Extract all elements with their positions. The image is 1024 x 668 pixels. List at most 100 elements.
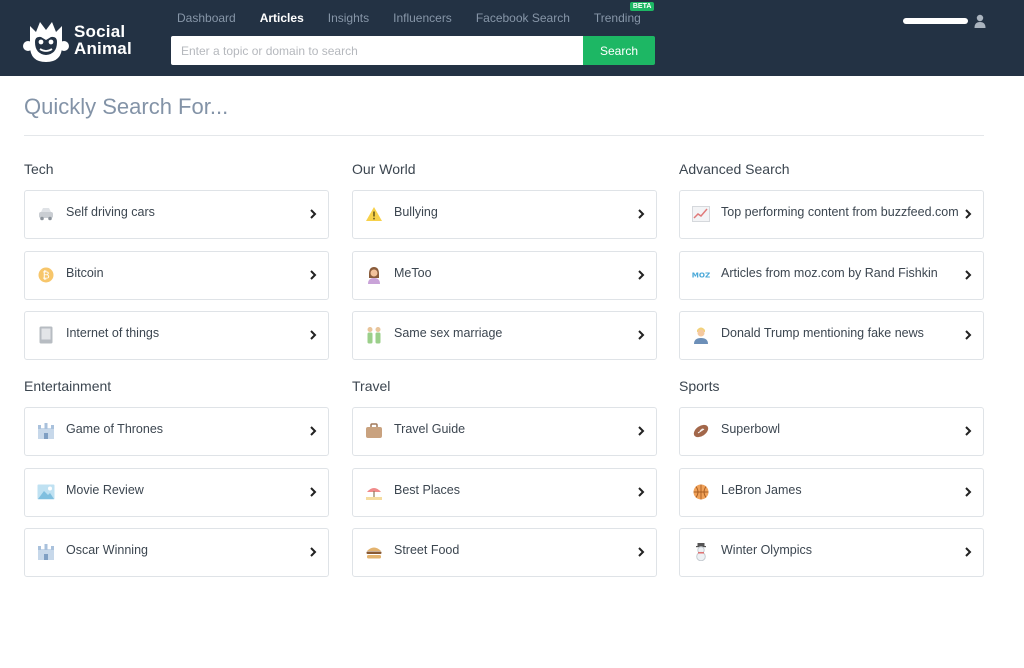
card-label: Movie Review [66, 483, 144, 497]
quick-search-superbowl[interactable]: Superbowl [679, 407, 984, 456]
quick-search-metoo[interactable]: MeToo [352, 251, 657, 300]
nav-influencers[interactable]: Influencers [393, 11, 452, 25]
chevron-right-icon [638, 209, 645, 219]
chevron-right-icon [638, 487, 645, 497]
quick-search-best-places[interactable]: Best Places [352, 468, 657, 517]
chevron-right-icon [310, 330, 317, 340]
woman-icon [365, 266, 383, 284]
card-label: Top performing content from buzzfeed.com [721, 205, 959, 219]
monkey-logo-icon [23, 22, 69, 62]
chevron-right-icon [965, 330, 972, 340]
quick-search-winter-olympics[interactable]: Winter Olympics [679, 528, 984, 577]
card-label: Best Places [394, 483, 461, 497]
chevron-right-icon [965, 487, 972, 497]
section-title-travel: Travel [352, 378, 391, 394]
user-menu[interactable] [903, 13, 986, 29]
social-animal-logo[interactable]: Social Animal [22, 14, 152, 66]
card-label: LeBron James [721, 483, 802, 497]
section-title-tech: Tech [24, 161, 54, 177]
chevron-right-icon [638, 330, 645, 340]
quick-search-buzzfeed-top-content[interactable]: Top performing content from buzzfeed.com [679, 190, 984, 239]
card-label: Oscar Winning [66, 543, 148, 557]
basketball-icon [692, 483, 710, 501]
nav-trending-label: Trending [593, 11, 641, 25]
device-icon [37, 326, 55, 344]
chevron-right-icon [310, 487, 317, 497]
page-title: Quickly Search For... [24, 94, 229, 119]
user-icon [974, 14, 986, 28]
quick-search-oscar-winning[interactable]: Oscar Winning [24, 528, 329, 577]
card-label: Bitcoin [66, 266, 104, 280]
chevron-right-icon [310, 547, 317, 557]
chevron-right-icon [310, 426, 317, 436]
quick-search-self-driving-cars[interactable]: Self driving cars [24, 190, 329, 239]
search-button[interactable]: Search [583, 36, 655, 65]
person-icon [692, 326, 710, 344]
username-redacted [903, 18, 968, 24]
quick-search-street-food[interactable]: Street Food [352, 528, 657, 577]
quick-search-bitcoin[interactable]: ₿ Bitcoin [24, 251, 329, 300]
chevron-right-icon [310, 209, 317, 219]
card-label: Self driving cars [66, 205, 155, 219]
chevron-right-icon [965, 270, 972, 280]
chevron-right-icon [638, 270, 645, 280]
chevron-right-icon [638, 547, 645, 557]
card-label: Same sex marriage [394, 326, 503, 340]
couple-icon [365, 326, 383, 344]
warning-icon [365, 205, 383, 223]
castle-icon [37, 422, 55, 440]
beach-icon [365, 483, 383, 501]
nav-insights[interactable]: Insights [328, 11, 369, 25]
beta-badge: BETA [629, 2, 655, 11]
card-label: MeToo [394, 266, 432, 280]
section-title-advanced-search: Advanced Search [679, 161, 790, 177]
logo-line-2: Animal [74, 39, 132, 58]
card-label: Articles from moz.com by Rand Fishkin [721, 266, 938, 280]
section-title-sports: Sports [679, 378, 720, 394]
section-title-entertainment: Entertainment [24, 378, 112, 394]
chevron-right-icon [310, 270, 317, 280]
chevron-right-icon [965, 209, 972, 219]
suitcase-icon [365, 422, 383, 440]
main-nav: Dashboard Articles Insights Influencers … [177, 2, 665, 25]
quick-search-internet-of-things[interactable]: Internet of things [24, 311, 329, 360]
section-title-our-world: Our World [352, 161, 416, 177]
card-label: Travel Guide [394, 422, 466, 436]
card-label: Bullying [394, 205, 438, 219]
svg-text:₿: ₿ [42, 270, 49, 282]
castle-icon [37, 543, 55, 561]
card-label: Game of Thrones [66, 422, 164, 436]
bitcoin-icon: ₿ [37, 266, 55, 284]
search-input[interactable] [171, 36, 583, 65]
quick-search-bullying[interactable]: Bullying [352, 190, 657, 239]
nav-trending[interactable]: Trending BETA [593, 2, 655, 25]
moz-logo-icon: MOZ [692, 266, 710, 284]
card-label: Street Food [394, 543, 460, 557]
car-icon [37, 205, 55, 223]
quick-search-movie-review[interactable]: Movie Review [24, 468, 329, 517]
chevron-right-icon [965, 547, 972, 557]
chevron-right-icon [638, 426, 645, 436]
quick-search-trump-fake-news[interactable]: Donald Trump mentioning fake news [679, 311, 984, 360]
chevron-right-icon [965, 426, 972, 436]
card-label: Superbowl [721, 422, 781, 436]
snowman-icon [692, 543, 710, 561]
nav-facebook-search[interactable]: Facebook Search [476, 11, 570, 25]
quick-search-lebron-james[interactable]: LeBron James [679, 468, 984, 517]
nav-articles[interactable]: Articles [260, 11, 304, 25]
football-icon [692, 422, 710, 440]
search-bar: Search [171, 36, 655, 65]
nav-dashboard[interactable]: Dashboard [177, 11, 236, 25]
trend-chart-icon [692, 205, 710, 223]
card-label: Internet of things [66, 326, 160, 340]
card-label: Donald Trump mentioning fake news [721, 326, 924, 340]
quick-search-moz-rand-fishkin[interactable]: MOZ Articles from moz.com by Rand Fishki… [679, 251, 984, 300]
quick-search-game-of-thrones[interactable]: Game of Thrones [24, 407, 329, 456]
logo-wordmark: Social Animal [74, 23, 132, 57]
picture-icon [37, 483, 55, 501]
top-navigation-bar: Social Animal Dashboard Articles Insight… [0, 0, 1024, 76]
quick-search-travel-guide[interactable]: Travel Guide [352, 407, 657, 456]
title-divider [24, 135, 984, 136]
logo-line-1: Social [74, 22, 126, 41]
quick-search-same-sex-marriage[interactable]: Same sex marriage [352, 311, 657, 360]
